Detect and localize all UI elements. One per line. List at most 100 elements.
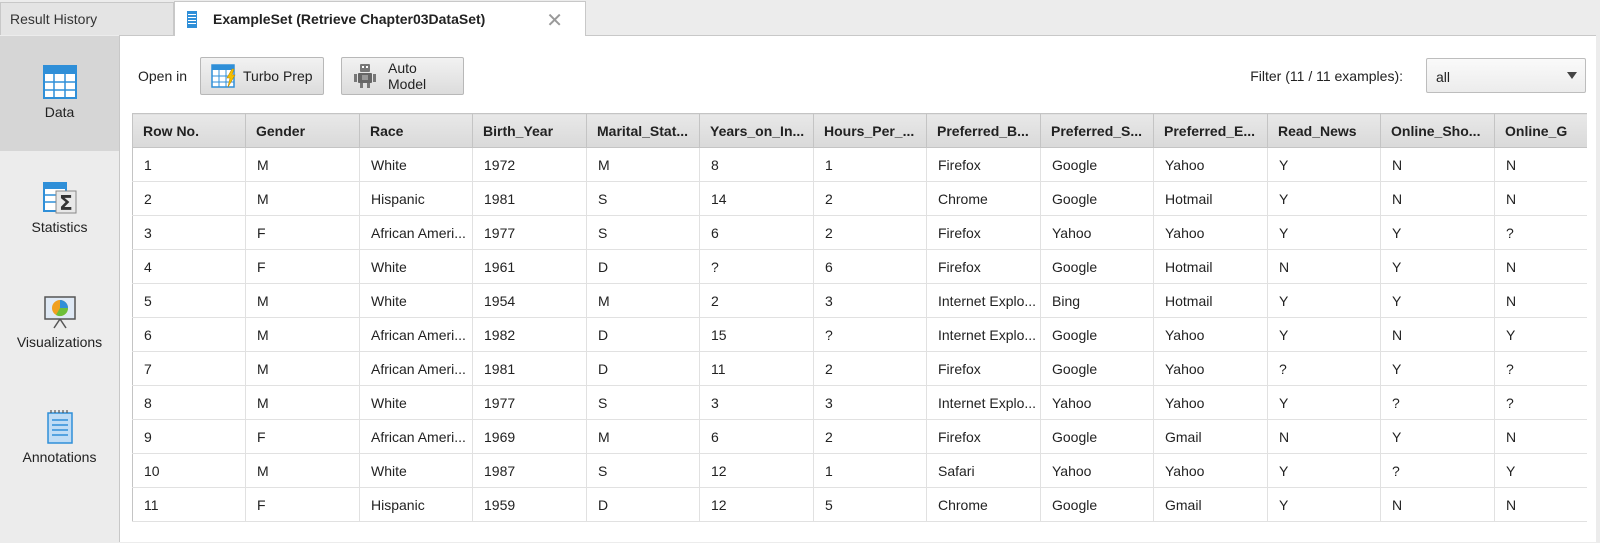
- table-cell[interactable]: White: [359, 453, 473, 488]
- table-cell[interactable]: M: [586, 419, 700, 454]
- table-cell[interactable]: Hotmail: [1153, 283, 1268, 318]
- table-cell[interactable]: N: [1380, 487, 1495, 522]
- table-cell[interactable]: African Ameri...: [359, 419, 473, 454]
- table-cell[interactable]: ?: [1494, 385, 1587, 420]
- table-cell[interactable]: Y: [1267, 487, 1381, 522]
- table-cell[interactable]: 11: [132, 487, 246, 522]
- table-row[interactable]: 6 M African Ameri... 1982 D 15? Internet Explo…: [132, 317, 1587, 352]
- table-cell[interactable]: N: [1494, 487, 1587, 522]
- table-cell[interactable]: 5: [132, 283, 246, 318]
- table-cell[interactable]: Yahoo: [1040, 453, 1154, 488]
- table-cell[interactable]: 1977: [472, 215, 587, 250]
- table-cell[interactable]: Gmail: [1153, 487, 1268, 522]
- table-cell[interactable]: 3: [813, 385, 927, 420]
- table-cell[interactable]: D: [586, 249, 700, 284]
- table-cell[interactable]: Google: [1040, 487, 1154, 522]
- table-cell[interactable]: Y: [1380, 283, 1495, 318]
- table-cell[interactable]: Yahoo: [1153, 385, 1268, 420]
- table-cell[interactable]: 1982: [472, 317, 587, 352]
- table-cell[interactable]: M: [245, 385, 360, 420]
- table-cell[interactable]: N: [1380, 147, 1495, 182]
- table-cell[interactable]: 2: [699, 283, 814, 318]
- table-cell[interactable]: N: [1267, 419, 1381, 454]
- table-cell[interactable]: 1969: [472, 419, 587, 454]
- table-cell[interactable]: Hotmail: [1153, 249, 1268, 284]
- column-header[interactable]: Race: [359, 113, 473, 148]
- table-cell[interactable]: M: [586, 283, 700, 318]
- table-row[interactable]: 5 M White 1954 M 2 3 Internet Explo... Bing Hotma…: [132, 283, 1587, 318]
- table-cell[interactable]: Internet Explo...: [926, 283, 1041, 318]
- table-cell[interactable]: Bing: [1040, 283, 1154, 318]
- column-header[interactable]: Preferred_B...: [926, 113, 1041, 148]
- table-cell[interactable]: ?: [699, 249, 814, 284]
- nav-item-visualizations[interactable]: Visualizations: [0, 266, 119, 381]
- table-cell[interactable]: Y: [1267, 283, 1381, 318]
- table-cell[interactable]: M: [245, 147, 360, 182]
- table-cell[interactable]: African Ameri...: [359, 351, 473, 386]
- table-cell[interactable]: Hispanic: [359, 181, 473, 216]
- table-cell[interactable]: 3: [132, 215, 246, 250]
- table-cell[interactable]: 5: [813, 487, 927, 522]
- table-cell[interactable]: S: [586, 181, 700, 216]
- data-table-container[interactable]: Row No. Gender Race Birth_Year Marital_Stat.…: [132, 113, 1587, 543]
- nav-item-statistics[interactable]: Σ Statistics: [0, 151, 119, 266]
- table-cell[interactable]: N: [1494, 283, 1587, 318]
- table-cell[interactable]: 2: [132, 181, 246, 216]
- table-cell[interactable]: Y: [1494, 317, 1587, 352]
- table-cell[interactable]: 3: [813, 283, 927, 318]
- table-cell[interactable]: Yahoo: [1153, 351, 1268, 386]
- table-cell[interactable]: Chrome: [926, 487, 1041, 522]
- table-cell[interactable]: 11: [699, 351, 814, 386]
- table-row[interactable]: 1 M White 1972 M 8 1 Firefox Google Yahoo Y N N: [132, 147, 1587, 182]
- table-cell[interactable]: Yahoo: [1040, 215, 1154, 250]
- table-cell[interactable]: 1987: [472, 453, 587, 488]
- table-cell[interactable]: Y: [1267, 453, 1381, 488]
- table-cell[interactable]: 1: [813, 453, 927, 488]
- column-header[interactable]: Preferred_E...: [1153, 113, 1268, 148]
- table-cell[interactable]: Google: [1040, 317, 1154, 352]
- table-row[interactable]: 8 M White 1977 S 3 3 Internet Explo... Yahoo Yaho…: [132, 385, 1587, 420]
- table-row[interactable]: 3 F African Ameri... 1977 S 6 2 Firefox Yahoo Yah…: [132, 215, 1587, 250]
- table-cell[interactable]: 1: [813, 147, 927, 182]
- table-cell[interactable]: Gmail: [1153, 419, 1268, 454]
- table-cell[interactable]: 1977: [472, 385, 587, 420]
- column-header[interactable]: Gender: [245, 113, 360, 148]
- table-cell[interactable]: 4: [132, 249, 246, 284]
- table-cell[interactable]: D: [586, 351, 700, 386]
- table-cell[interactable]: Firefox: [926, 419, 1041, 454]
- table-cell[interactable]: N: [1267, 249, 1381, 284]
- table-cell[interactable]: S: [586, 453, 700, 488]
- column-header[interactable]: Row No.: [132, 113, 246, 148]
- table-cell[interactable]: White: [359, 283, 473, 318]
- table-cell[interactable]: N: [1494, 181, 1587, 216]
- close-icon[interactable]: ✕: [546, 8, 563, 33]
- table-cell[interactable]: Google: [1040, 181, 1154, 216]
- auto-model-button[interactable]: Auto Model: [341, 57, 464, 95]
- table-cell[interactable]: S: [586, 385, 700, 420]
- table-cell[interactable]: 2: [813, 419, 927, 454]
- table-cell[interactable]: 2: [813, 181, 927, 216]
- table-cell[interactable]: F: [245, 249, 360, 284]
- table-cell[interactable]: Yahoo: [1153, 147, 1268, 182]
- table-cell[interactable]: Google: [1040, 419, 1154, 454]
- table-row[interactable]: 7 M African Ameri... 1981 D 11 2 Firefox Google Y…: [132, 351, 1587, 386]
- table-cell[interactable]: N: [1380, 317, 1495, 352]
- table-cell[interactable]: Hispanic: [359, 487, 473, 522]
- table-cell[interactable]: Y: [1267, 317, 1381, 352]
- table-cell[interactable]: 12: [699, 453, 814, 488]
- table-cell[interactable]: ?: [1267, 351, 1381, 386]
- table-cell[interactable]: 1961: [472, 249, 587, 284]
- table-cell[interactable]: Y: [1267, 147, 1381, 182]
- table-row[interactable]: 4 F White 1961 D? 6 Firefox Google Hotmail N Y N: [132, 249, 1587, 284]
- table-cell[interactable]: Yahoo: [1153, 453, 1268, 488]
- table-cell[interactable]: M: [245, 181, 360, 216]
- table-cell[interactable]: 6: [132, 317, 246, 352]
- table-row[interactable]: 9 F African Ameri... 1969 M 6 2 Firefox Google Gm…: [132, 419, 1587, 454]
- table-cell[interactable]: Google: [1040, 147, 1154, 182]
- table-cell[interactable]: 1981: [472, 351, 587, 386]
- column-header[interactable]: Years_on_In...: [699, 113, 814, 148]
- table-row[interactable]: 10 M White 1987 S 12 1 Safari Yahoo Yahoo Y? Y: [132, 453, 1587, 488]
- table-cell[interactable]: 8: [132, 385, 246, 420]
- column-header[interactable]: Marital_Stat...: [586, 113, 700, 148]
- table-cell[interactable]: 6: [813, 249, 927, 284]
